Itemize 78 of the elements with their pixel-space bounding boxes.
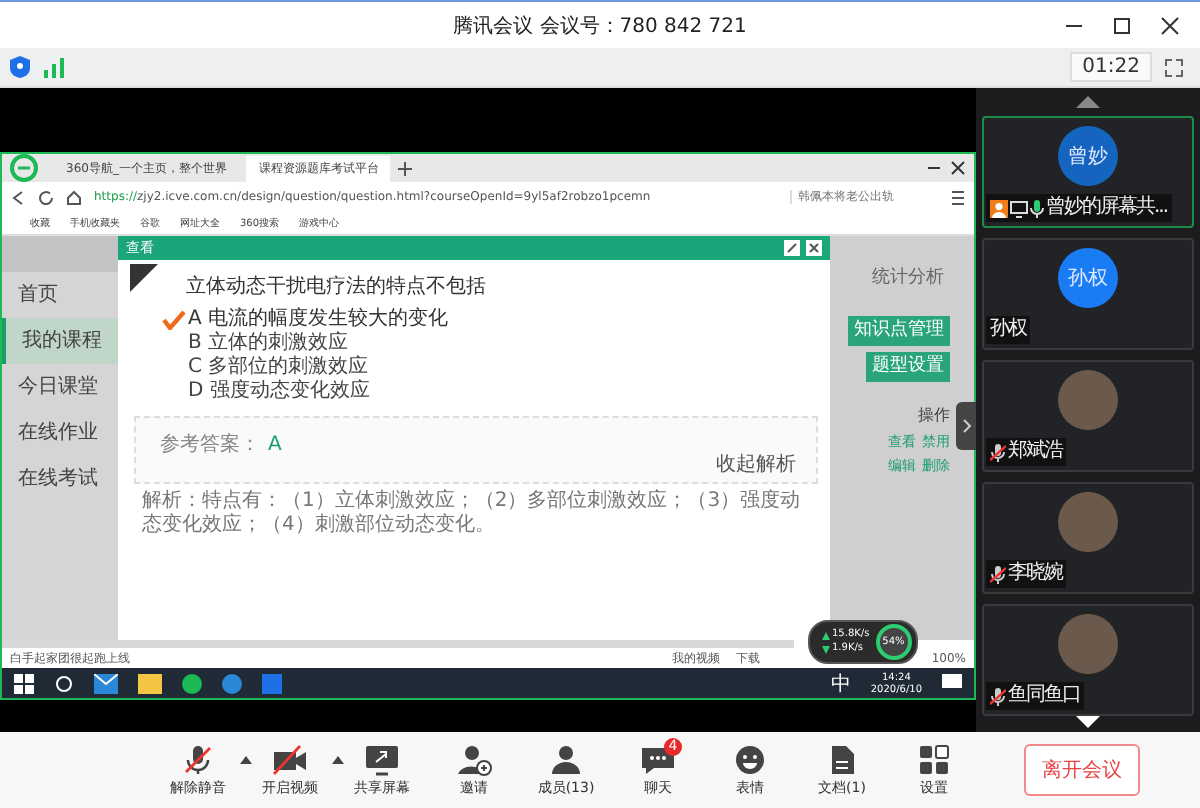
participant-tile[interactable]: 李晓婉	[982, 482, 1194, 594]
smiley-icon	[732, 743, 768, 775]
chevron-right-icon	[961, 418, 971, 434]
add-person-icon	[456, 743, 492, 775]
input-method-indicator[interactable]: 中	[830, 669, 851, 697]
answer-option[interactable]: B 立体的刺激效应	[162, 332, 349, 356]
search-icon[interactable]	[54, 673, 74, 693]
question-text: 立体动态干扰电疗法的特点不包括	[186, 273, 488, 300]
participant-tile[interactable]: 曾妙 曾妙的屏幕共...	[982, 116, 1194, 228]
sidebar-item[interactable]: 在线作业	[2, 410, 118, 456]
avatar: 孙权	[1058, 248, 1118, 308]
caret-icon[interactable]	[240, 755, 252, 763]
scroll-up-icon[interactable]	[1076, 96, 1100, 108]
avatar: 曾妙	[1058, 126, 1118, 186]
maximize-icon[interactable]	[1112, 16, 1132, 36]
caret-icon[interactable]	[332, 755, 344, 763]
expand-icon[interactable]	[784, 240, 800, 256]
upload-arrow-icon	[822, 631, 830, 639]
close-icon[interactable]	[950, 160, 966, 176]
participant-name: 李晓婉	[1008, 562, 1062, 586]
meeting-timer: 01:22	[1070, 52, 1152, 82]
reload-icon[interactable]	[38, 189, 54, 205]
shield-icon[interactable]	[10, 56, 30, 78]
close-icon[interactable]	[1160, 16, 1180, 36]
plus-icon[interactable]	[398, 161, 413, 175]
site-header-bar	[2, 236, 118, 272]
checkmark-icon	[162, 310, 186, 330]
settings-icon	[916, 743, 952, 775]
scrollbar[interactable]	[2, 640, 794, 648]
answer-label: 参考答案：	[160, 434, 260, 456]
video-off-icon	[272, 743, 308, 775]
back-icon[interactable]	[10, 189, 26, 205]
participant-name: 鱼同鱼口	[1008, 684, 1080, 708]
people-icon	[548, 743, 584, 775]
menu-icon[interactable]	[950, 189, 966, 205]
sidebar-item[interactable]: 今日课堂	[2, 364, 118, 410]
answer-option[interactable]: D 强度动态变化效应	[162, 380, 370, 404]
download-arrow-icon	[822, 645, 830, 653]
participant-name: 郑斌浩	[1008, 440, 1062, 464]
muted-microphone-icon	[990, 687, 1006, 705]
close-icon[interactable]	[806, 240, 822, 256]
home-icon[interactable]	[66, 189, 82, 205]
participant-tile[interactable]: 孙权 孙权	[982, 238, 1194, 350]
participant-name: 孙权	[990, 318, 1026, 342]
sidebar-item[interactable]: 在线考试	[2, 456, 118, 502]
answer-option[interactable]: A 电流的幅度发生较大的变化	[162, 308, 449, 332]
photo-placeholder	[1058, 370, 1118, 430]
participant-tile[interactable]: 郑斌浩	[982, 360, 1194, 472]
analysis-text: 解析：特点有：（1）立体刺激效应；（2）多部位刺激效应；（3）强度动态变化效应；（4）刺激部位动态变化。	[142, 490, 803, 538]
chat-bubble-icon	[640, 743, 676, 775]
microphone-icon	[1030, 199, 1044, 217]
windows-start-icon[interactable]	[14, 673, 34, 693]
notification-icon[interactable]	[942, 674, 962, 692]
page-button[interactable]: 统计分析	[866, 264, 950, 294]
fullscreen-icon[interactable]	[1164, 57, 1184, 77]
sidebar-item[interactable]: 首页	[2, 272, 118, 318]
screen-share-icon	[364, 743, 400, 775]
window-title: 腾讯会议 会议号：780 842 721	[453, 13, 747, 39]
mail-icon[interactable]	[94, 673, 118, 693]
person-icon	[990, 199, 1008, 217]
photo-placeholder	[1058, 614, 1118, 674]
photo-placeholder	[1058, 492, 1118, 552]
folder-icon[interactable]	[138, 673, 162, 693]
participant-tile[interactable]: 鱼同鱼口	[982, 604, 1194, 716]
corner-triangle-icon	[130, 264, 158, 292]
answer-option[interactable]: C 多部位的刺激效应	[162, 356, 369, 380]
leave-meeting-button[interactable]: 离开会议	[1024, 744, 1140, 796]
muted-microphone-icon	[990, 565, 1006, 583]
participant-name: 曾妙的屏幕共...	[1046, 196, 1168, 220]
column-header: 操作	[918, 404, 950, 426]
app-icon[interactable]	[262, 673, 282, 693]
screen-share-icon	[1010, 199, 1028, 217]
expand-panel-button[interactable]	[956, 402, 976, 450]
sidebar-item[interactable]: 我的课程	[2, 318, 118, 364]
answer-value: A	[268, 434, 282, 456]
muted-microphone-icon	[180, 743, 216, 775]
muted-microphone-icon	[990, 443, 1006, 461]
collapse-link[interactable]: 收起解析	[716, 450, 796, 478]
